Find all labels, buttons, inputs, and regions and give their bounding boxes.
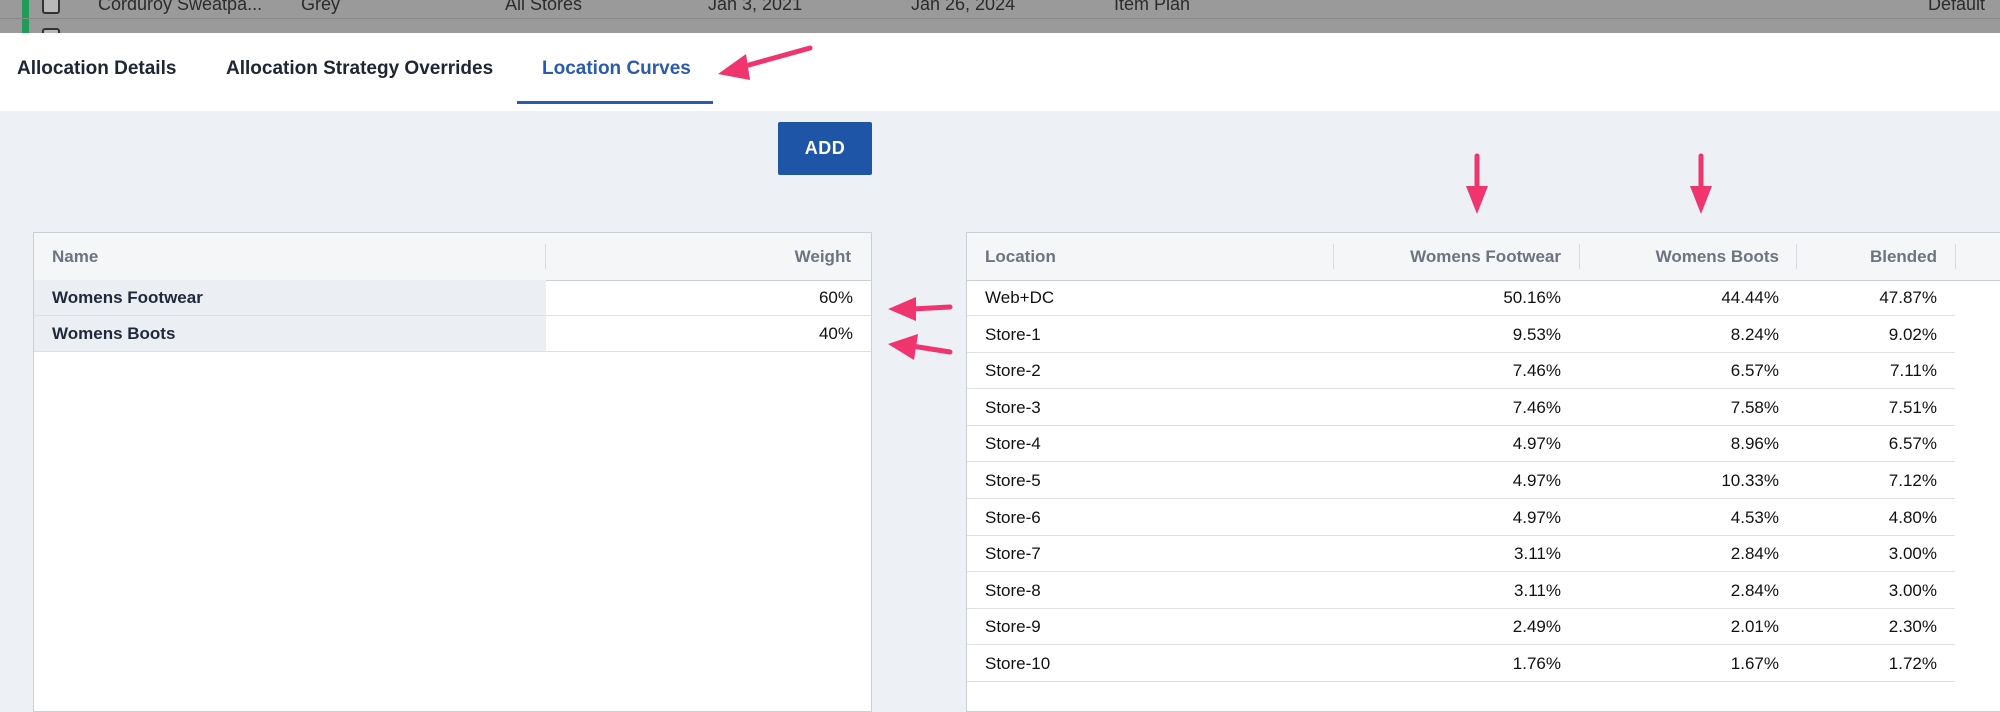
blended-cell: 7.11% <box>1890 361 1937 381</box>
womens-footwear-cell: 4.97% <box>1512 471 1561 490</box>
annotation-arrow-icon <box>1690 153 1712 214</box>
table-row[interactable]: Store-10 1.76% 1.67% 1.72% <box>967 646 1955 682</box>
womens-footwear-cell: 7.46% <box>1512 361 1561 381</box>
womens-boots-cell: 2.84% <box>1730 544 1779 564</box>
womens-footwear-cell: 3.11% <box>1514 544 1561 564</box>
weight-cell[interactable]: 60% <box>819 280 853 316</box>
table-row[interactable]: Womens Boots 40% <box>34 316 871 352</box>
womens-boots-cell: 10.33% <box>1721 471 1779 490</box>
column-separator[interactable] <box>545 244 546 269</box>
blended-cell: 7.12% <box>1888 471 1937 490</box>
curve-name: Womens Footwear <box>52 288 203 307</box>
blended-cell: 47.87% <box>1879 288 1937 307</box>
womens-footwear-cell: 9.53% <box>1512 324 1561 344</box>
annotation-arrow-icon <box>888 297 953 321</box>
womens-footwear-cell: 1.76% <box>1512 654 1561 673</box>
table-row[interactable]: Web+DC 50.16% 44.44% 47.87% <box>967 280 1955 316</box>
location-cell: Store-7 <box>985 544 1041 564</box>
womens-boots-cell: 8.24% <box>1730 324 1779 344</box>
location-cell: Web+DC <box>985 288 1055 307</box>
location-cell: Store-3 <box>985 397 1041 417</box>
column-header-location[interactable]: Location <box>985 233 1056 280</box>
location-cell: Store-6 <box>985 507 1041 527</box>
column-header-womens-footwear[interactable]: Womens Footwear <box>1410 233 1561 280</box>
blended-cell: 7.51% <box>1888 397 1937 417</box>
location-cell: Store-2 <box>985 361 1041 381</box>
table-row[interactable]: Store-6 4.97% 4.53% 4.80% <box>967 500 1955 536</box>
column-separator[interactable] <box>1796 244 1797 269</box>
blended-cell: 2.30% <box>1888 617 1937 637</box>
add-button[interactable]: ADD <box>778 122 872 175</box>
annotation-arrow-icon <box>718 45 813 80</box>
blended-cell: 9.02% <box>1888 324 1937 344</box>
table-row[interactable]: Store-3 7.46% 7.58% 7.51% <box>967 390 1955 426</box>
womens-boots-cell: 8.96% <box>1730 434 1779 454</box>
womens-footwear-cell: 4.97% <box>1512 507 1561 527</box>
tab-bar: Allocation Details Allocation Strategy O… <box>0 33 2000 111</box>
bg-strategy: Default <box>1928 0 1986 14</box>
table-row[interactable]: Store-1 9.53% 8.24% 9.02% <box>967 317 1955 353</box>
table-row[interactable]: Store-2 7.46% 6.57% 7.11% <box>967 353 1955 390</box>
weight-cell[interactable]: 40% <box>819 316 853 352</box>
blended-cell: 6.57% <box>1888 434 1937 454</box>
womens-footwear-cell: 7.46% <box>1512 397 1561 417</box>
womens-footwear-cell: 50.16% <box>1503 288 1561 307</box>
location-cell: Store-9 <box>985 617 1041 637</box>
column-separator[interactable] <box>1579 244 1580 269</box>
womens-boots-cell: 44.44% <box>1721 288 1779 307</box>
active-tab-indicator <box>517 101 713 104</box>
location-curves-grid: Location Womens Footwear Womens Boots Bl… <box>966 232 2000 712</box>
womens-footwear-cell: 4.97% <box>1512 434 1561 454</box>
location-cell: Store-1 <box>985 324 1041 344</box>
column-header-womens-boots[interactable]: Womens Boots <box>1656 233 1779 280</box>
womens-boots-cell: 4.53% <box>1730 507 1779 527</box>
background-grid-strip: Corduroy Sweatpa... Grey All Stores Jan … <box>0 0 2000 33</box>
table-row[interactable]: Womens Footwear 60% <box>34 280 871 316</box>
womens-boots-cell: 1.67% <box>1730 654 1779 673</box>
column-header-blended[interactable]: Blended <box>1870 233 1937 280</box>
location-cell: Store-4 <box>985 434 1041 454</box>
table-row[interactable]: Store-8 3.11% 2.84% 3.00% <box>967 573 1955 609</box>
table-row[interactable]: Store-5 4.97% 10.33% 7.12% <box>967 463 1955 499</box>
womens-boots-cell: 2.84% <box>1730 580 1779 600</box>
annotation-arrow-icon <box>1466 153 1488 214</box>
column-header-name[interactable]: Name <box>52 233 98 280</box>
blended-cell: 4.80% <box>1888 507 1937 527</box>
location-curves-grid-header: Location Womens Footwear Womens Boots Bl… <box>967 233 2000 281</box>
womens-boots-cell: 7.58% <box>1730 397 1779 417</box>
table-row[interactable]: Store-7 3.11% 2.84% 3.00% <box>967 536 1955 573</box>
column-separator[interactable] <box>1955 244 1956 269</box>
bg-scope: All Stores <box>505 0 583 14</box>
bg-color: Grey <box>301 0 341 14</box>
location-cell: Store-8 <box>985 580 1041 600</box>
bg-end-date: Jan 26, 2024 <box>911 0 1016 14</box>
tab-location-curves[interactable]: Location Curves <box>542 33 691 111</box>
row-checkbox[interactable] <box>42 0 60 14</box>
column-header-weight[interactable]: Weight <box>795 233 851 280</box>
table-row[interactable]: Store-9 2.49% 2.01% 2.30% <box>967 609 1955 646</box>
weights-grid: Name Weight Womens Footwear 60% Womens B… <box>33 232 872 712</box>
table-row[interactable]: Store-4 4.97% 8.96% 6.57% <box>967 426 1955 463</box>
location-cell: Store-5 <box>985 471 1041 490</box>
bg-start-date: Jan 3, 2021 <box>708 0 803 14</box>
womens-footwear-cell: 2.49% <box>1512 617 1561 637</box>
bg-source: Item Plan <box>1114 0 1191 14</box>
bg-item-name: Corduroy Sweatpa... <box>98 0 263 14</box>
tab-allocation-details[interactable]: Allocation Details <box>17 33 176 111</box>
womens-boots-cell: 6.57% <box>1730 361 1779 381</box>
annotation-arrow-icon <box>888 334 953 360</box>
row-divider <box>0 18 2000 19</box>
background-row: Corduroy Sweatpa... Grey All Stores Jan … <box>0 0 2000 20</box>
blended-cell: 3.00% <box>1888 580 1937 600</box>
blended-cell: 3.00% <box>1888 544 1937 564</box>
blended-cell: 1.72% <box>1888 654 1937 673</box>
tab-allocation-strategy-overrides[interactable]: Allocation Strategy Overrides <box>226 33 493 111</box>
location-cell: Store-10 <box>985 654 1051 673</box>
womens-footwear-cell: 3.11% <box>1514 580 1561 600</box>
background-row-partial <box>0 22 2000 33</box>
curve-name: Womens Boots <box>52 324 176 343</box>
weights-grid-header: Name Weight <box>34 233 871 281</box>
womens-boots-cell: 2.01% <box>1730 617 1779 637</box>
column-separator[interactable] <box>1333 244 1334 269</box>
